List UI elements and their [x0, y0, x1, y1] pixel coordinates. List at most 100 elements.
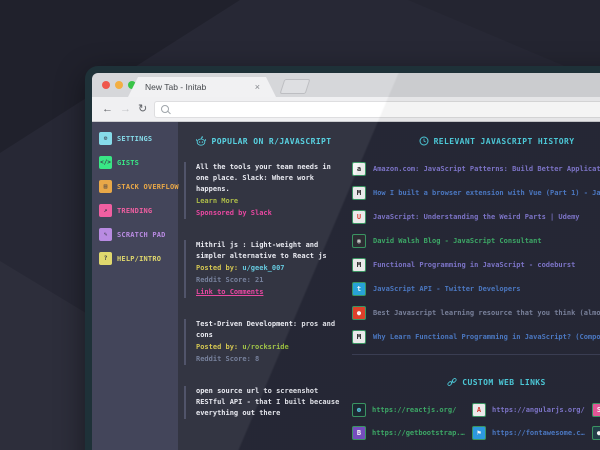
- sidebar-item-label: GISTS: [117, 159, 139, 167]
- medium-favicon: M: [352, 186, 366, 200]
- history-item[interactable]: M How I built a browser extension with V…: [352, 186, 600, 200]
- tab-title: New Tab - Initab: [145, 82, 206, 92]
- post-title[interactable]: open source url to screenshot RESTful AP…: [196, 386, 342, 419]
- custom-link[interactable]: ● https://: [592, 426, 600, 440]
- angular-favicon: A: [472, 403, 486, 417]
- history-item[interactable]: U JavaScript: Understanding the Weird Pa…: [352, 210, 600, 224]
- posted-by-label: Posted by:: [196, 343, 238, 351]
- custom-links-grid: ⊛ https://reactjs.org/ A https://angular…: [352, 403, 600, 440]
- custom-link-url: https://getbootstrap.…: [372, 429, 465, 437]
- reload-icon[interactable]: ↻: [138, 104, 147, 115]
- history-link: Amazon.com: JavaScript Patterns: Build B…: [373, 165, 600, 173]
- minimize-window-button[interactable]: [115, 81, 123, 89]
- history-item[interactable]: M Why Learn Functional Programming in Ja…: [352, 330, 600, 344]
- question-icon: ?: [99, 252, 112, 265]
- sidebar-item-stack-overflow[interactable]: ▤ STACK OVERFLOW: [99, 180, 178, 193]
- sidebar-item-gists[interactable]: </> GISTS: [99, 156, 178, 169]
- medium-favicon: M: [352, 330, 366, 344]
- sidebar-item-label: SETTINGS: [117, 135, 152, 143]
- custom-link[interactable]: ⚑ https://fontawesome.c…: [472, 426, 592, 440]
- sidebar-item-label: STACK OVERFLOW: [117, 183, 179, 191]
- history-item[interactable]: ● Best Javascript learning resource that…: [352, 306, 600, 320]
- custom-links-header-label: CUSTOM WEB LINKS: [462, 378, 545, 387]
- posted-by-line: Posted by: u/geek_007: [196, 263, 342, 274]
- post-title[interactable]: Mithril js : Light-weight and simpler al…: [196, 240, 342, 262]
- posted-by-label: Posted by:: [196, 264, 238, 272]
- sidebar-item-label: SCRATCH PAD: [117, 231, 166, 239]
- custom-link-url: https://fontawesome.c…: [492, 429, 585, 437]
- fontawesome-favicon: ⚑: [472, 426, 486, 440]
- history-link: Why Learn Functional Programming in Java…: [373, 333, 600, 341]
- custom-link[interactable]: A https://angularjs.org/: [472, 403, 592, 417]
- code-icon: </>: [99, 156, 112, 169]
- new-tab-button[interactable]: [280, 79, 311, 94]
- custom-link-url: https://angularjs.org/: [492, 406, 585, 414]
- reddit-score: Reddit Score: 21: [196, 275, 342, 286]
- history-link: JavaScript API - Twitter Developers: [373, 285, 521, 293]
- custom-link[interactable]: S https://: [592, 403, 600, 417]
- learn-more-link[interactable]: Learn More: [196, 196, 342, 207]
- sidebar-item-scratch-pad[interactable]: ✎ SCRATCH PAD: [99, 228, 178, 241]
- section-divider: [352, 354, 600, 355]
- sidebar-item-help-intro[interactable]: ? HELP/INTRO: [99, 252, 178, 265]
- history-item[interactable]: ◉ David Walsh Blog - JavaScript Consulta…: [352, 234, 600, 248]
- pink-favicon: S: [592, 403, 600, 417]
- medium-favicon: M: [352, 258, 366, 272]
- tab-bar: New Tab - Initab ×: [92, 73, 600, 97]
- post-body[interactable]: All the tools your team needs in one pla…: [196, 162, 342, 195]
- reddit-score: Reddit Score: 8: [196, 354, 342, 365]
- custom-link[interactable]: B https://getbootstrap.…: [352, 426, 472, 440]
- post-author[interactable]: u/geek_007: [242, 264, 284, 272]
- browser-tab[interactable]: New Tab - Initab ×: [128, 77, 276, 97]
- post-author[interactable]: u/rocksride: [242, 343, 288, 351]
- comments-link[interactable]: Link to Comments: [196, 287, 342, 298]
- back-icon[interactable]: ←: [102, 104, 113, 115]
- forward-icon[interactable]: →: [120, 104, 131, 115]
- sidebar-item-settings[interactable]: ⚙ SETTINGS: [99, 132, 178, 145]
- url-input[interactable]: [154, 101, 600, 118]
- sponsored-post: All the tools your team needs in one pla…: [184, 162, 342, 219]
- amazon-favicon: a: [352, 162, 366, 176]
- custom-links-section-header: CUSTOM WEB LINKS: [352, 377, 600, 387]
- custom-link[interactable]: ⊛ https://reactjs.org/: [352, 403, 472, 417]
- browser-window: New Tab - Initab × ← → ↻ ⚙: [85, 66, 600, 450]
- history-item[interactable]: a Amazon.com: JavaScript Patterns: Build…: [352, 162, 600, 176]
- custom-link-url: https://reactjs.org/: [372, 406, 456, 414]
- trending-chart-icon: ↗: [99, 204, 112, 217]
- search-icon: [161, 105, 169, 113]
- davidwalsh-favicon: ◉: [352, 234, 366, 248]
- pencil-icon: ✎: [99, 228, 112, 241]
- history-link: Best Javascript learning resource that y…: [373, 309, 600, 317]
- sidebar-item-trending[interactable]: ↗ TRENDING: [99, 204, 178, 217]
- history-link: Functional Programming in JavaScript - c…: [373, 261, 575, 269]
- history-item[interactable]: t JavaScript API - Twitter Developers: [352, 282, 600, 296]
- close-tab-icon[interactable]: ×: [255, 83, 260, 92]
- link-icon: [447, 377, 457, 387]
- main-content: POPULAR ON R/JAVASCRIPT All the tools yo…: [178, 122, 600, 450]
- reddit-post: Mithril js : Light-weight and simpler al…: [184, 240, 342, 298]
- initab-app: ⚙ SETTINGS </> GISTS ▤ STACK OVERFLOW ↗ …: [92, 122, 600, 450]
- reddit-post: Test-Driven Development: pros and cons P…: [184, 319, 342, 365]
- clock-icon: [419, 136, 429, 146]
- history-column: RELEVANT JAVASCRIPT HISTORY a Amazon.com…: [352, 136, 600, 450]
- close-window-button[interactable]: [102, 81, 110, 89]
- reddit-post: open source url to screenshot RESTful AP…: [184, 386, 342, 419]
- window-controls: [102, 81, 136, 89]
- wrench-icon: ⚙: [99, 132, 112, 145]
- promo-canvas: New Tab - Initab × ← → ↻ ⚙: [0, 0, 600, 450]
- sponsored-label: Sponsored by Slack: [196, 208, 342, 219]
- history-item[interactable]: M Functional Programming in JavaScript -…: [352, 258, 600, 272]
- dark-favicon: ●: [592, 426, 600, 440]
- reddit-alien-icon: [195, 136, 207, 146]
- posted-by-line: Posted by: u/rocksride: [196, 342, 342, 353]
- history-link: How I built a browser extension with Vue…: [373, 189, 600, 197]
- history-link: JavaScript: Understanding the Weird Part…: [373, 213, 580, 221]
- post-title[interactable]: Test-Driven Development: pros and cons: [196, 319, 342, 341]
- reddit-favicon: ●: [352, 306, 366, 320]
- history-header-label: RELEVANT JAVASCRIPT HISTORY: [434, 137, 575, 146]
- sidebar-item-label: TRENDING: [117, 207, 152, 215]
- stack-icon: ▤: [99, 180, 112, 193]
- bootstrap-favicon: B: [352, 426, 366, 440]
- sidebar: ⚙ SETTINGS </> GISTS ▤ STACK OVERFLOW ↗ …: [92, 122, 178, 450]
- history-section-header: RELEVANT JAVASCRIPT HISTORY: [352, 136, 600, 146]
